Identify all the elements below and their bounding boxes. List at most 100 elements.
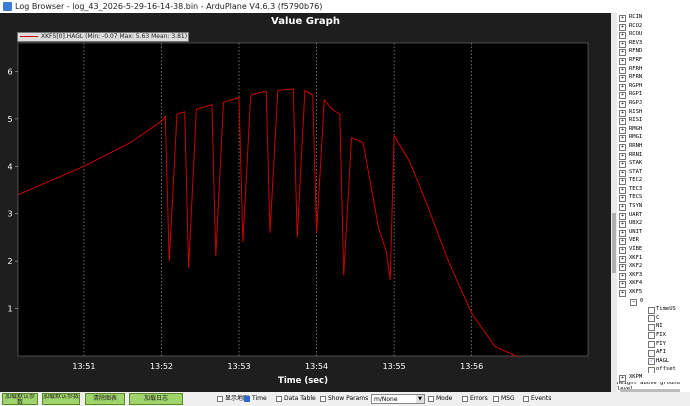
checkbox-icon[interactable] <box>493 395 499 402</box>
clear-graph-button[interactable]: 清除图表 <box>85 393 125 405</box>
field-checkbox[interactable] <box>648 315 655 323</box>
tree-item[interactable]: + RISI <box>617 116 690 126</box>
field-item[interactable]: AFI <box>617 348 690 357</box>
option-label: Errors <box>470 395 488 402</box>
log-tree[interactable]: + RCIN + RCO2 + RCOU + REV3 + RFND + RFRF + RFRH + RFRN… <box>617 13 690 392</box>
tree-item[interactable]: + TECS <box>617 193 690 203</box>
field-checkbox[interactable] <box>648 323 655 331</box>
tree-item[interactable]: + XKPM <box>617 373 690 382</box>
tree-item-label: RRNI <box>629 151 643 158</box>
tree-item[interactable]: + TSYN <box>617 202 690 212</box>
option-checkbox[interactable]: MSG <box>493 395 515 403</box>
tree-item[interactable]: + XKF1 <box>617 254 690 263</box>
tree-item[interactable]: + RMGH <box>617 125 690 134</box>
tree-item[interactable]: + STAT <box>617 168 690 177</box>
tree-item-label: RRNH <box>629 142 643 149</box>
tree-item-label: RISI <box>629 117 643 124</box>
field-checkbox[interactable] <box>648 341 655 349</box>
mode-combo[interactable]: m/None ▼ <box>371 394 425 404</box>
field-checkbox[interactable] <box>648 306 655 314</box>
field-checkbox[interactable]: ✓ <box>648 358 655 366</box>
field-item[interactable]: TimeUS <box>617 305 690 314</box>
tree-item[interactable]: + RFND <box>617 47 690 57</box>
field-item[interactable]: FIX <box>617 331 690 340</box>
option-label: Data Table <box>284 395 316 402</box>
checkbox-icon[interactable] <box>462 395 468 402</box>
tree-item[interactable]: + REV3 <box>617 39 690 48</box>
tree-item-label: RGPJ <box>629 99 643 106</box>
tree-item[interactable]: + RCO2 <box>617 22 690 31</box>
checkbox-icon[interactable] <box>523 395 529 402</box>
tree-item-label: VIBE <box>629 246 643 253</box>
tree-item-label: STAT <box>629 168 643 175</box>
y-tick-label: 3 <box>7 210 12 219</box>
load-default-params-button-2[interactable]: 加载默认参数 <box>42 393 80 405</box>
tree-item-label: RCIN <box>629 14 643 20</box>
checkbox-icon[interactable] <box>276 395 282 402</box>
option-label: Events <box>531 395 552 402</box>
tree-item[interactable]: + XKF3 <box>617 271 690 280</box>
checkbox-icon[interactable] <box>428 395 434 402</box>
value-graph[interactable]: Value Graph 13:51 13:52 13:53 13:54 13:55 13:… <box>0 13 611 392</box>
option-checkbox[interactable]: Errors <box>462 395 488 403</box>
chevron-down-icon[interactable]: ▼ <box>416 395 424 403</box>
chart-svg[interactable]: 13:51 13:52 13:53 13:54 13:55 13:56 1 2 3 4 5 6 Time… <box>0 13 611 392</box>
tree-item-label: XKF4 <box>629 280 643 287</box>
app-icon <box>3 2 12 11</box>
tree-item[interactable]: + VER <box>617 236 690 246</box>
tree-item[interactable]: + STAK <box>617 159 690 169</box>
tree-item[interactable]: + TEC3 <box>617 185 690 194</box>
option-label: Show Params <box>328 395 369 402</box>
checkbox-icon[interactable] <box>320 395 326 402</box>
tree-item[interactable]: + UART <box>617 211 690 220</box>
tree-item[interactable]: + RRNH <box>617 142 690 151</box>
tree-item[interactable]: + UNIT <box>617 228 690 237</box>
tree-item-label: RGPH <box>629 82 643 89</box>
load-log-button[interactable]: 加载日志 <box>129 393 183 405</box>
combo-value: m/None <box>374 396 398 403</box>
tree-item-label: XKF2 <box>629 263 643 270</box>
y-tick-label: 2 <box>7 257 12 266</box>
tree-item[interactable]: + RGPH <box>617 82 690 91</box>
tree-item[interactable]: + RGPI <box>617 90 690 100</box>
x-tick-label: 13:54 <box>305 362 328 371</box>
tree-item[interactable]: + UBX2 <box>617 219 690 229</box>
y-tick-label: 5 <box>7 115 12 124</box>
field-checkbox[interactable] <box>648 332 655 340</box>
tree-item[interactable]: + RMGI <box>617 133 690 143</box>
tree-item-label: XKPM <box>629 374 643 380</box>
scrollbar-thumb[interactable] <box>612 213 616 273</box>
tree-item[interactable]: + XKF4 <box>617 279 690 289</box>
option-checkbox[interactable]: Data Table <box>276 395 316 403</box>
option-checkbox[interactable]: Events <box>523 395 551 403</box>
load-default-params-button[interactable]: 加载默认参数 <box>2 393 38 405</box>
option-checkbox[interactable]: Show Params <box>320 395 368 403</box>
option-checkbox[interactable]: Time <box>244 395 267 403</box>
tree-item[interactable]: + RCOU <box>617 30 690 40</box>
tree-item-label: XKF3 <box>629 271 643 278</box>
field-item[interactable]: NI <box>617 322 690 331</box>
tree-item[interactable]: + RFRN <box>617 73 690 83</box>
x-tick-label: 13:56 <box>460 362 483 371</box>
option-checkbox[interactable]: Mode <box>428 395 452 403</box>
tree-item[interactable]: + TEC2 <box>617 176 690 186</box>
tree-item[interactable]: + XKF2 <box>617 262 690 272</box>
plot-area <box>17 42 589 357</box>
field-checkbox[interactable] <box>648 349 655 357</box>
field-item[interactable]: FIY <box>617 340 690 349</box>
checkbox-icon[interactable] <box>244 395 250 402</box>
tree-item[interactable]: + XKF5 <box>617 288 690 297</box>
tree-item[interactable]: + RCIN <box>617 13 690 22</box>
legend-label: XKF5[0].HAGL (Min: -0.07 Max: 5.63 Mean:… <box>41 33 188 40</box>
tree-item[interactable]: + RISH <box>617 108 690 117</box>
field-item[interactable]: ✓ HAGL <box>617 357 690 366</box>
tree-item[interactable]: + RRNI <box>617 151 690 160</box>
tree-item[interactable]: + RFRH <box>617 65 690 74</box>
tree-subnode[interactable]: −0 <box>617 297 690 306</box>
tree-item[interactable]: + RFRF <box>617 56 690 65</box>
tree-item[interactable]: + VIBE <box>617 245 690 255</box>
checkbox-icon[interactable] <box>217 395 223 402</box>
field-item[interactable]: C <box>617 314 690 323</box>
expand-icon[interactable]: + <box>619 375 626 382</box>
tree-item[interactable]: + RGPJ <box>617 99 690 108</box>
